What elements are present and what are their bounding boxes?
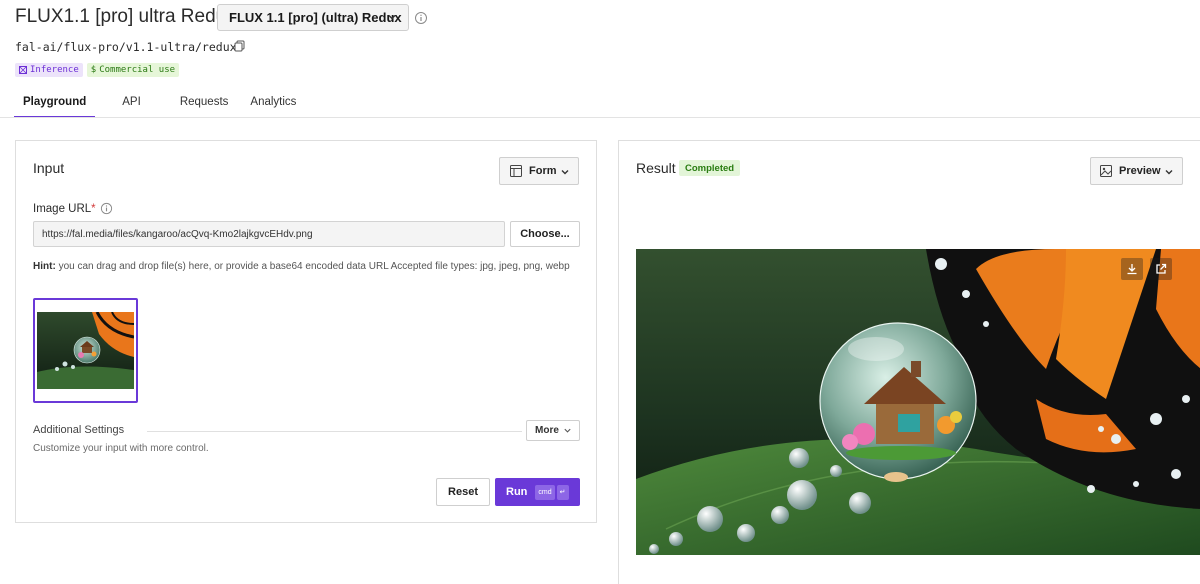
kbd-enter: ↵ [556,484,569,500]
chevron-down-icon [564,428,571,433]
grid-icon [19,66,27,74]
input-title: Input [33,160,65,176]
preview-mode-button[interactable]: Preview [1090,157,1183,185]
hint-label: Hint: [33,261,56,272]
external-link-icon [1156,263,1167,274]
kbd-cmd: cmd [535,484,555,500]
form-icon [510,165,522,177]
tab-analytics[interactable]: Analytics [241,96,305,117]
info-icon[interactable] [414,11,428,25]
thumbnail-image [37,312,134,389]
reset-button[interactable]: Reset [436,478,490,506]
choose-file-button[interactable]: Choose... [510,221,580,247]
more-label: More [535,425,559,436]
tabs-divider [0,117,1200,118]
image-icon [1100,165,1112,177]
result-title: Result [636,160,676,176]
more-settings-button[interactable]: More [526,420,580,441]
chevron-down-icon [561,170,569,175]
download-icon [1127,264,1137,275]
preview-mode-label: Preview [1119,165,1161,177]
page-title: FLUX1.1 [pro] ultra Redux [15,6,236,27]
dollar-icon: $ [90,65,97,75]
inference-badge-label: Inference [30,65,79,75]
form-mode-button[interactable]: Form [499,157,579,185]
model-select[interactable]: FLUX 1.1 [pro] (ultra) Redux [217,4,409,31]
status-badge: Completed [679,160,741,176]
additional-settings-description: Customize your input with more control. [33,443,209,454]
commercial-badge-label: Commercial use [99,65,176,75]
endpoint-id: fal-ai/flux-pro/v1.1-ultra/redux [15,40,237,54]
inference-badge: Inference [15,63,83,77]
settings-divider [147,431,522,432]
chevron-down-icon [388,15,396,20]
chevron-down-icon [1165,170,1173,175]
copy-icon[interactable] [234,40,245,52]
run-button[interactable]: Run cmd ↵ [495,478,580,506]
required-marker: * [91,202,96,215]
info-icon[interactable] [100,202,113,215]
open-external-button[interactable] [1150,258,1172,280]
tab-bar: Playground API Requests Analytics [14,96,305,118]
tab-playground[interactable]: Playground [14,96,96,118]
tab-requests[interactable]: Requests [171,96,238,117]
additional-settings-title: Additional Settings [33,424,125,436]
hint-text: you can drag and drop file(s) here, or p… [58,261,570,272]
input-panel: Input Form Image URL * https://fal.media/… [15,140,597,523]
tab-api[interactable]: API [113,96,150,117]
form-mode-label: Form [529,165,557,177]
upload-hint: Hint: you can drag and drop file(s) here… [33,260,578,274]
run-label: Run [506,486,528,498]
image-url-input[interactable]: https://fal.media/files/kangaroo/acQvq-K… [33,221,505,247]
download-button[interactable] [1121,258,1143,280]
model-select-label: FLUX 1.1 [pro] (ultra) Redux [229,10,402,25]
commercial-badge: $ Commercial use [86,63,180,77]
badge-row: Inference $ Commercial use [15,63,180,77]
generated-image [636,249,1200,555]
result-image[interactable] [636,249,1200,555]
image-url-label-text: Image URL [33,202,92,215]
input-image-thumbnail[interactable] [33,298,138,403]
image-url-label: Image URL * [33,202,113,215]
result-panel: Result Completed Preview [618,140,1200,584]
